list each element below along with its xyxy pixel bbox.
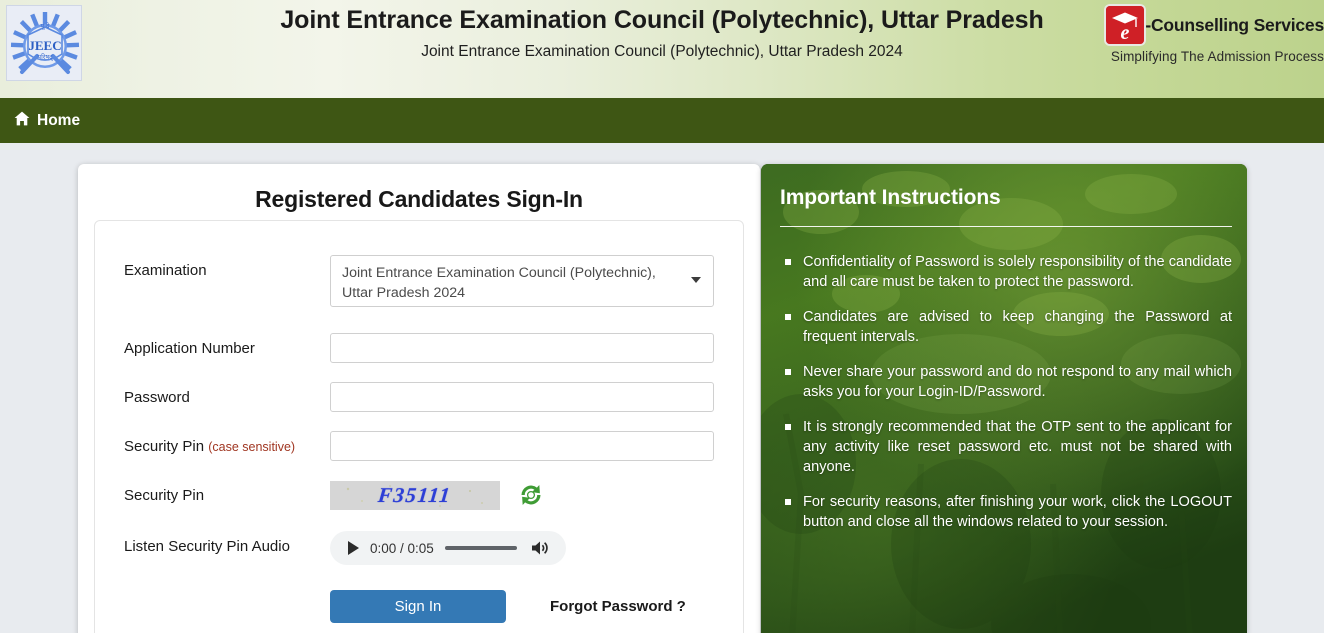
security-pin-audio-player[interactable]: 0:00 / 0:05 xyxy=(330,531,566,565)
svg-text:e: e xyxy=(1121,22,1130,44)
important-instructions-card: Important Instructions Confidentiality o… xyxy=(761,164,1247,633)
page-body: Registered Candidates Sign-In Examinatio… xyxy=(0,143,1324,633)
page-title: Joint Entrance Examination Council (Poly… xyxy=(280,6,1044,34)
login-card: Registered Candidates Sign-In Examinatio… xyxy=(78,164,760,633)
instruction-item: It is strongly recommended that the OTP … xyxy=(780,417,1232,477)
captcha-image: F35111 xyxy=(330,480,500,510)
security-pin-label: Security Pin (case sensitive) xyxy=(124,431,330,455)
ecounselling-logo-icon: e xyxy=(1106,6,1145,44)
home-icon xyxy=(14,111,30,131)
examination-select-value: Joint Entrance Examination Council (Poly… xyxy=(342,265,656,301)
login-card-title: Registered Candidates Sign-In xyxy=(255,186,583,212)
examination-label: Examination xyxy=(124,262,207,279)
captcha-text: F35111 xyxy=(377,482,453,507)
form-actions: Sign In Forgot Password ? xyxy=(95,565,743,623)
brand-name: -Counselling Services xyxy=(1145,14,1324,35)
refresh-captcha-icon[interactable] xyxy=(516,480,546,510)
security-pin-label-text: Security Pin xyxy=(124,438,205,455)
audio-label: Listen Security Pin Audio xyxy=(124,538,290,555)
nav-item-home[interactable]: Home xyxy=(0,98,94,143)
nav-item-home-label: Home xyxy=(37,111,81,129)
instructions-title: Important Instructions xyxy=(780,186,1001,209)
main-navbar: Home xyxy=(0,98,1324,143)
forgot-password-link[interactable]: Forgot Password ? xyxy=(550,598,686,615)
header-title-block: Joint Entrance Examination Council (Poly… xyxy=(190,6,1134,62)
instruction-item: Never share your password and do not res… xyxy=(780,362,1232,402)
instructions-list: Confidentiality of Password is solely re… xyxy=(780,252,1232,532)
form-row-security-pin: Security Pin (case sensitive) xyxy=(95,412,743,461)
security-pin-input[interactable] xyxy=(330,431,714,461)
svg-text:पू दे: पू दे xyxy=(41,22,50,30)
jeec-emblem-logo: JEEC पू दे परिषद् xyxy=(6,5,82,81)
password-input[interactable] xyxy=(330,382,714,412)
instruction-item: Candidates are advised to keep changing … xyxy=(780,307,1232,347)
instruction-item: Confidentiality of Password is solely re… xyxy=(780,252,1232,292)
application-number-input[interactable] xyxy=(330,333,714,363)
form-row-audio: Listen Security Pin Audio 0:00 / 0:05 xyxy=(95,510,743,565)
login-form-panel: Examination Joint Entrance Examination C… xyxy=(94,220,744,633)
audio-progress-slider[interactable] xyxy=(444,546,517,550)
captcha-label: Security Pin xyxy=(124,487,205,504)
form-row-password: Password xyxy=(95,363,743,412)
form-row-captcha: Security Pin F35111 xyxy=(95,461,743,510)
application-number-label: Application Number xyxy=(124,340,255,357)
instruction-item: For security reasons, after finishing yo… xyxy=(780,492,1232,532)
audio-time-display: 0:00 / 0:05 xyxy=(370,540,434,556)
case-sensitive-note: (case sensitive) xyxy=(208,440,296,454)
ecounselling-brand: e -Counselling Services Simplifying The … xyxy=(1094,6,1324,64)
brand-tagline: Simplifying The Admission Process xyxy=(1110,49,1324,64)
form-row-application-number: Application Number xyxy=(95,307,743,363)
instructions-divider xyxy=(780,226,1232,227)
play-icon[interactable] xyxy=(348,541,359,555)
sign-in-button[interactable]: Sign In xyxy=(330,590,506,623)
form-row-examination: Examination Joint Entrance Examination C… xyxy=(95,221,743,307)
page-subtitle: Joint Entrance Examination Council (Poly… xyxy=(421,43,903,60)
site-header: JEEC पू दे परिषद् Joint Entrance Examina… xyxy=(0,0,1324,98)
password-label: Password xyxy=(124,389,190,406)
svg-text:JEEC: JEEC xyxy=(28,38,61,53)
volume-icon[interactable] xyxy=(530,539,550,557)
chevron-down-icon xyxy=(691,277,701,283)
svg-text:परिषद्: परिषद् xyxy=(37,53,53,61)
examination-select[interactable]: Joint Entrance Examination Council (Poly… xyxy=(330,255,714,307)
